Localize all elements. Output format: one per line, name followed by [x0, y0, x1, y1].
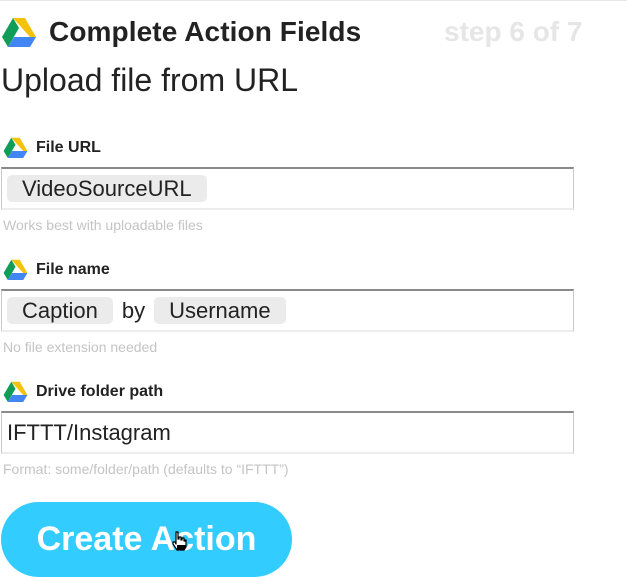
- field-label-row: File name: [0, 258, 400, 282]
- field-help-text: Format: some/folder/path (defaults to “I…: [3, 461, 289, 477]
- drive-folder-path-input[interactable]: IFTTT/Instagram: [1, 411, 574, 454]
- page-title: Complete Action Fields: [49, 16, 362, 47]
- google-drive-icon: [2, 18, 36, 47]
- ingredient-token[interactable]: Caption: [7, 297, 113, 324]
- step-indicator: step 6 of 7: [444, 16, 583, 47]
- google-drive-icon: [3, 137, 28, 158]
- hand-cursor-icon: [172, 531, 187, 551]
- action-title: Upload file from URL: [1, 62, 298, 98]
- page-header: Complete Action Fields step 6 of 7: [0, 14, 627, 54]
- google-drive-icon: [3, 259, 28, 280]
- field-help-text: No file extension needed: [3, 339, 158, 355]
- create-action-button[interactable]: Create Action: [1, 502, 292, 577]
- ingredient-token[interactable]: VideoSourceURL: [7, 175, 207, 202]
- text-token: IFTTT/Instagram: [7, 420, 171, 445]
- field-label: Drive folder path: [36, 383, 164, 400]
- field-help-text: Works best with uploadable files: [3, 217, 203, 233]
- google-drive-icon: [3, 381, 28, 402]
- ingredient-token[interactable]: Username: [154, 297, 286, 324]
- text-token: by: [121, 298, 146, 323]
- field-label: File name: [36, 261, 110, 278]
- field-label-row: Drive folder path: [0, 380, 400, 404]
- file-name-input[interactable]: Caption by Username: [1, 289, 574, 332]
- top-divider: [0, 0, 627, 1]
- field-label-row: File URL: [0, 136, 400, 160]
- file-url-input[interactable]: VideoSourceURL: [1, 167, 574, 210]
- field-label: File URL: [36, 139, 101, 156]
